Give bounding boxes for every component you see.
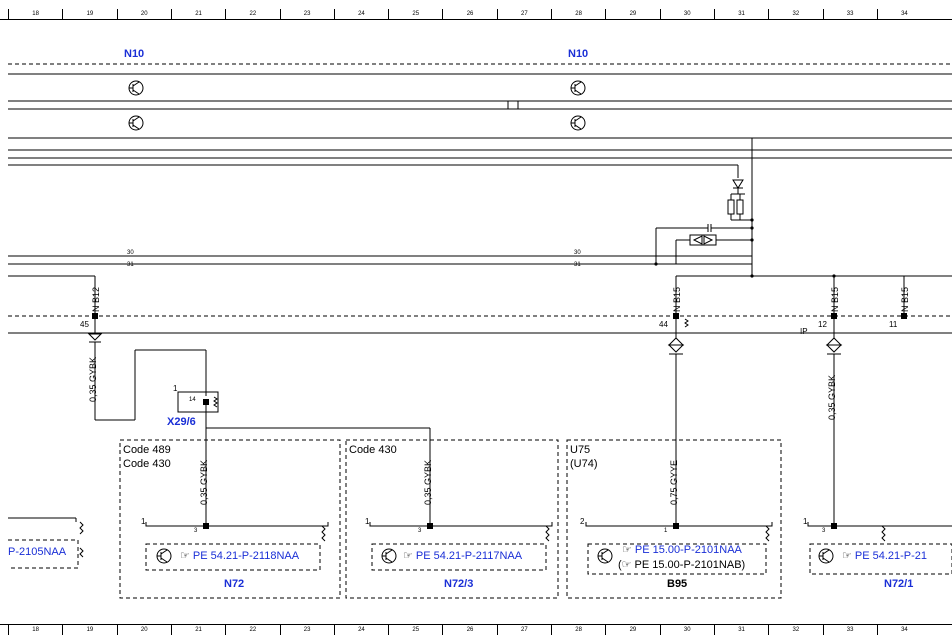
pin-number: 1 <box>664 528 668 534</box>
component-label-x29-6[interactable]: X29/6 <box>167 417 196 428</box>
pin-number: 3 <box>822 528 826 534</box>
wiring-diagram <box>0 19 952 625</box>
pin-number: 44 <box>659 320 668 329</box>
pin-number: 1 <box>803 517 808 526</box>
transistor-icon <box>570 115 586 131</box>
pointing-hand-icon: ☞ <box>622 544 632 556</box>
splice-label: N B15 <box>900 286 910 312</box>
pin-number: 3 <box>418 528 422 534</box>
code-label: Code 430 <box>349 444 397 456</box>
pin-number: 2 <box>580 517 585 526</box>
pin-number: 45 <box>80 320 89 329</box>
bus-label-31: 31 <box>574 262 581 268</box>
pointing-hand-icon: (☞ <box>618 559 632 571</box>
transistor-icon <box>128 115 144 131</box>
code-label: Code 489 <box>123 444 171 456</box>
wire-label: 0,75 GYYE <box>669 459 679 505</box>
component-label-u75: U75 <box>570 444 591 456</box>
transistor-icon <box>156 548 172 564</box>
splice-label: N B15 <box>830 286 840 312</box>
page-reference-link[interactable]: P-2105NAA <box>8 547 66 558</box>
component-label-n10[interactable]: N10 <box>124 49 144 60</box>
connector-arrow-icon <box>825 319 843 526</box>
transistor-icon <box>128 80 144 96</box>
page-reference-link[interactable]: ☞ PE 54.21-P-21 <box>842 551 927 562</box>
page-reference-link[interactable]: (☞ PE 15.00-P-2101NAB) <box>618 560 745 571</box>
bus-label-30: 30 <box>127 250 134 256</box>
pointing-hand-icon: ☞ <box>403 550 413 562</box>
code-label: Code 430 <box>123 458 171 470</box>
component-label-b95: B95 <box>667 578 688 590</box>
ip-label: IP <box>800 327 808 336</box>
wire-label: 0,35 GYBK <box>199 459 209 505</box>
page-reference-link[interactable]: ☞ PE 54.21-P-2118NAA <box>180 551 299 562</box>
code-box-n72-3 <box>345 439 559 599</box>
pin-number: 11 <box>889 320 898 329</box>
zener-diode-icon <box>689 234 717 246</box>
pin-number: 1 <box>173 384 178 393</box>
splice-label: N B15 <box>672 286 682 312</box>
pin-number: 1 <box>141 517 146 526</box>
diode-icon <box>727 179 752 221</box>
component-label-u74: (U74) <box>570 458 598 470</box>
page-reference-link[interactable]: ☞ PE 54.21-P-2117NAA <box>403 551 522 562</box>
pin-number: 12 <box>818 320 827 329</box>
component-label-n72-1[interactable]: N72/1 <box>884 579 913 590</box>
transistor-icon <box>597 548 613 564</box>
pin-number: 3 <box>194 528 198 534</box>
wire-label: 0,35 GYBK <box>827 374 837 420</box>
bus-label-30: 30 <box>574 250 581 256</box>
pointing-hand-icon: ☞ <box>842 550 852 562</box>
pointing-hand-icon: ☞ <box>180 550 190 562</box>
component-label-n72[interactable]: N72 <box>224 579 244 590</box>
pin-number: 1 <box>365 517 370 526</box>
wire-label: 0,35 GYBK <box>423 459 433 505</box>
page-reference-link[interactable]: ☞ PE 15.00-P-2101NAA <box>622 545 742 556</box>
transistor-icon <box>381 548 397 564</box>
bus-label-31: 31 <box>127 262 134 268</box>
component-label-n10[interactable]: N10 <box>568 49 588 60</box>
transistor-icon <box>570 80 586 96</box>
wire-label: 0,35 GYBK <box>88 356 98 402</box>
component-label-n72-3[interactable]: N72/3 <box>444 579 473 590</box>
transistor-icon <box>818 548 834 564</box>
splice-label: N B12 <box>91 286 101 312</box>
pin-number: 14 <box>189 397 196 403</box>
